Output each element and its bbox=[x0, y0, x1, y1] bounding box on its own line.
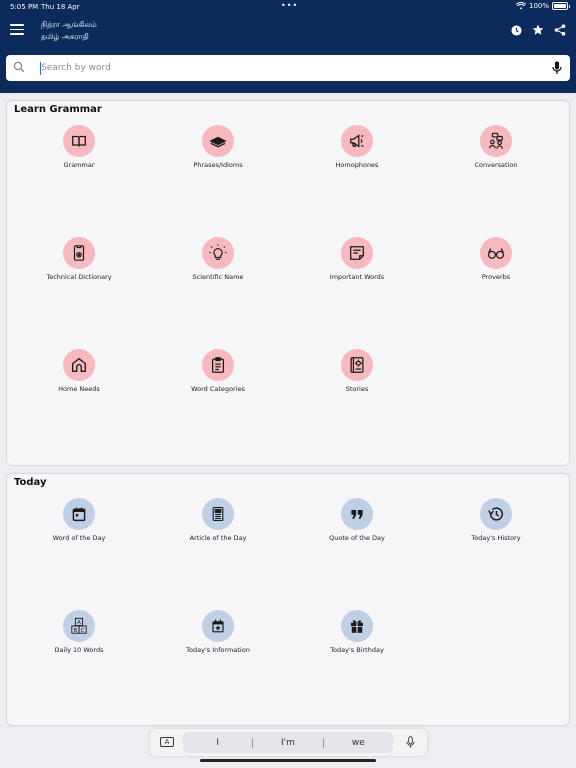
menu-icon[interactable] bbox=[10, 24, 24, 36]
status-time: 5:05 PM bbox=[10, 3, 39, 11]
stories-button[interactable]: Stories bbox=[287, 349, 427, 393]
learn-grammar-section: Learn Grammar Grammar Phrases/Idioms Hom… bbox=[7, 101, 569, 465]
app-header: நித்ரா ஆங்கிலம் தமிழ் அகராதி bbox=[0, 14, 576, 93]
item-label: Stories bbox=[345, 385, 369, 393]
homophones-button[interactable]: Homophones bbox=[287, 125, 427, 169]
proverbs-button[interactable]: Proverbs bbox=[426, 237, 566, 281]
multitasking-dots-icon[interactable]: ••• bbox=[281, 1, 298, 10]
phrases-idioms-button[interactable]: Phrases/Idioms bbox=[148, 125, 288, 169]
app-title-line1: நித்ரா ஆங்கிலம் bbox=[41, 20, 97, 29]
dictation-microphone-icon[interactable] bbox=[406, 736, 415, 749]
item-label: Technical Dictionary bbox=[46, 273, 112, 281]
suggestion-1[interactable]: I bbox=[183, 738, 252, 748]
item-label: Daily 10 Words bbox=[54, 646, 104, 654]
quote-icon bbox=[341, 498, 373, 530]
history-icon bbox=[480, 498, 512, 530]
article-icon bbox=[202, 498, 234, 530]
item-label: Word Categories bbox=[191, 385, 245, 393]
article-of-the-day-button[interactable]: Article of the Day bbox=[148, 498, 288, 542]
section-title: Learn Grammar bbox=[14, 104, 102, 115]
keyboard-toggle-icon[interactable]: A bbox=[160, 737, 174, 747]
item-label: Today's Information bbox=[186, 646, 250, 654]
battery-percent: 100% bbox=[528, 2, 549, 10]
daily-10-words-button[interactable]: ABC Daily 10 Words bbox=[9, 610, 149, 654]
todays-birthday-button[interactable]: Today's Birthday bbox=[287, 610, 427, 654]
svg-text:A: A bbox=[77, 620, 81, 626]
technical-dictionary-button[interactable]: Technical Dictionary bbox=[9, 237, 149, 281]
share-icon[interactable] bbox=[554, 24, 566, 36]
conversation-button[interactable]: Conversation bbox=[426, 125, 566, 169]
megaphone-icon bbox=[341, 125, 373, 157]
svg-text:B: B bbox=[74, 628, 78, 634]
chat-people-icon bbox=[480, 125, 512, 157]
favorite-star-icon[interactable] bbox=[532, 24, 544, 36]
suggestion-2[interactable]: I'm bbox=[253, 738, 322, 748]
todays-information-button[interactable]: Today's Information bbox=[148, 610, 288, 654]
gear-document-icon bbox=[63, 237, 95, 269]
status-date: Thu 18 Apr bbox=[41, 3, 80, 11]
storybook-icon bbox=[341, 349, 373, 381]
calendar-star-icon bbox=[202, 610, 234, 642]
home-indicator[interactable] bbox=[200, 759, 376, 762]
quote-of-the-day-button[interactable]: Quote of the Day bbox=[287, 498, 427, 542]
search-bar[interactable] bbox=[6, 55, 570, 81]
item-label: Today's History bbox=[471, 534, 521, 542]
house-icon bbox=[63, 349, 95, 381]
note-icon bbox=[341, 237, 373, 269]
gift-icon bbox=[341, 610, 373, 642]
lightbulb-icon bbox=[202, 237, 234, 269]
svg-text:C: C bbox=[81, 628, 85, 634]
item-label: Today's Birthday bbox=[330, 646, 384, 654]
search-input[interactable] bbox=[41, 59, 541, 77]
item-label: Proverbs bbox=[481, 273, 511, 281]
clipboard-icon bbox=[202, 349, 234, 381]
word-categories-button[interactable]: Word Categories bbox=[148, 349, 288, 393]
keyboard-suggestion-bar: A I I'm we bbox=[150, 729, 427, 756]
microphone-icon[interactable] bbox=[552, 61, 562, 75]
item-label: Conversation bbox=[474, 161, 518, 169]
grammar-button[interactable]: Grammar bbox=[9, 125, 149, 169]
item-label: Phrases/Idioms bbox=[193, 161, 243, 169]
suggestions: I I'm we bbox=[183, 732, 393, 753]
todays-history-button[interactable]: Today's History bbox=[426, 498, 566, 542]
history-clock-icon[interactable] bbox=[510, 24, 522, 36]
suggestion-3[interactable]: we bbox=[324, 738, 393, 748]
important-words-button[interactable]: Important Words bbox=[287, 237, 427, 281]
item-label: Grammar bbox=[63, 161, 95, 169]
abc-blocks-icon: ABC bbox=[63, 610, 95, 642]
app-title-line2: தமிழ் அகராதி bbox=[41, 32, 89, 41]
scientific-name-button[interactable]: Scientific Name bbox=[148, 237, 288, 281]
word-of-the-day-button[interactable]: Word of the Day bbox=[9, 498, 149, 542]
section-title: Today bbox=[14, 477, 47, 488]
item-label: Quote of the Day bbox=[329, 534, 385, 542]
book-stack-icon bbox=[202, 125, 234, 157]
battery-icon bbox=[552, 2, 570, 10]
item-label: Important Words bbox=[329, 273, 385, 281]
home-needs-button[interactable]: Home Needs bbox=[9, 349, 149, 393]
calendar-icon bbox=[63, 498, 95, 530]
item-label: Word of the Day bbox=[52, 534, 106, 542]
wifi-icon bbox=[515, 2, 526, 10]
item-label: Scientific Name bbox=[192, 273, 244, 281]
today-section: Today Word of the Day Article of the Day… bbox=[7, 474, 569, 725]
book-icon bbox=[63, 125, 95, 157]
glasses-icon bbox=[480, 237, 512, 269]
item-label: Article of the Day bbox=[189, 534, 247, 542]
item-label: Homophones bbox=[335, 161, 379, 169]
item-label: Home Needs bbox=[58, 385, 100, 393]
status-bar: 5:05 PM Thu 18 Apr ••• 100% bbox=[0, 0, 576, 14]
search-icon bbox=[13, 61, 25, 73]
